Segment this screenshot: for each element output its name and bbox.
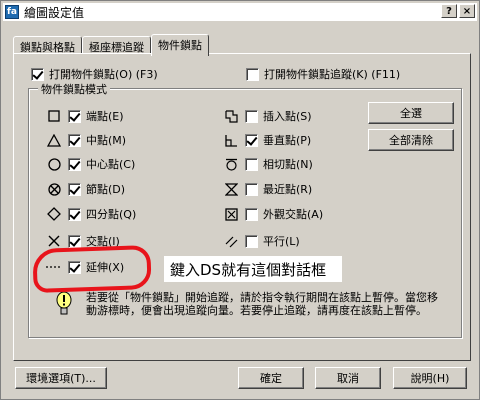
insertion-check[interactable] <box>245 109 258 123</box>
help-title-button[interactable]: ? <box>441 4 457 18</box>
osnap-on-check[interactable] <box>31 67 44 81</box>
square-icon <box>46 108 62 124</box>
center-check[interactable] <box>68 157 81 171</box>
intersection-check[interactable] <box>68 234 81 248</box>
midpoint-label: 中點(M) <box>86 134 127 147</box>
group-title: 物件鎖點模式 <box>38 81 110 97</box>
info-text: 若要從「物件鎖點」開始追蹤，請於指令執行期間在該點上暫停。當您移動游標時，便會出… <box>86 291 438 317</box>
perpendicular-icon <box>223 132 239 148</box>
mode-center[interactable]: 中心點(C) <box>46 156 135 172</box>
mode-tangent[interactable]: 相切點(N) <box>223 156 313 172</box>
mode-perpendicular[interactable]: 垂直點(P) <box>223 132 311 148</box>
mode-quadrant[interactable]: 四分點(Q) <box>46 206 136 222</box>
apparent-intersection-label: 外觀交點(A) <box>263 208 324 221</box>
perpendicular-label: 垂直點(P) <box>263 134 312 147</box>
parallel-icon <box>223 233 239 249</box>
osnap-tracking-check[interactable] <box>246 67 259 81</box>
tab-bar: 鎖點與格點 極座標追蹤 物件鎖點 <box>13 34 209 56</box>
hourglass-icon <box>223 181 239 197</box>
x-icon <box>46 233 62 249</box>
lightbulb-icon <box>56 291 72 320</box>
osnap-on-label: 打開物件鎖點(O) (F3) <box>49 68 158 81</box>
quadrant-label: 四分點(Q) <box>86 208 137 221</box>
parallel-label: 平行(L) <box>263 235 300 248</box>
annotation-callout: 鍵入DS就有這個對話框 <box>164 256 342 282</box>
triangle-icon <box>46 132 62 148</box>
osnap-tracking-checkbox[interactable]: 打開物件鎖點追蹤(K) (F11) <box>246 66 400 82</box>
node-check[interactable] <box>68 182 81 196</box>
mode-midpoint[interactable]: 中點(M) <box>46 132 126 148</box>
tab-object-snap[interactable]: 物件鎖點 <box>151 34 209 56</box>
tangent-label: 相切點(N) <box>263 158 313 171</box>
clear-all-button[interactable]: 全部清除 <box>368 129 454 151</box>
tangent-check[interactable] <box>245 157 258 171</box>
mode-insertion[interactable]: 插入點(S) <box>223 108 312 124</box>
insertion-label: 插入點(S) <box>263 110 312 123</box>
diamond-icon <box>46 206 62 222</box>
endpoint-label: 端點(E) <box>86 110 124 123</box>
node-label: 節點(D) <box>86 183 126 196</box>
mode-apparent-intersection[interactable]: 外觀交點(A) <box>223 206 323 222</box>
nearest-check[interactable] <box>245 182 258 196</box>
midpoint-check[interactable] <box>68 133 81 147</box>
circle-x-icon <box>46 181 62 197</box>
select-all-button[interactable]: 全選 <box>368 102 454 124</box>
osnap-on-checkbox[interactable]: 打開物件鎖點(O) (F3) <box>31 66 158 82</box>
circle-icon <box>46 156 62 172</box>
mode-node[interactable]: 節點(D) <box>46 181 125 197</box>
tangent-icon <box>223 156 239 172</box>
apparent-intersection-check[interactable] <box>245 207 258 221</box>
insert-icon <box>223 108 239 124</box>
cancel-button[interactable]: 取消 <box>315 367 381 389</box>
title-bar[interactable]: fa 繪圖設定值 ? × <box>3 3 477 21</box>
app-icon: fa <box>5 5 19 19</box>
parallel-check[interactable] <box>245 234 258 248</box>
help-button[interactable]: 說明(H) <box>393 367 467 389</box>
box-x-icon <box>223 206 239 222</box>
mode-parallel[interactable]: 平行(L) <box>223 233 300 249</box>
mode-endpoint[interactable]: 端點(E) <box>46 108 124 124</box>
osnap-tracking-label: 打開物件鎖點追蹤(K) (F11) <box>264 68 401 81</box>
perpendicular-check[interactable] <box>245 133 258 147</box>
ok-button[interactable]: 確定 <box>238 367 304 389</box>
drafting-settings-dialog: fa 繪圖設定值 ? × 鎖點與格點 極座標追蹤 物件鎖點 打開物件鎖點(O) … <box>0 0 480 400</box>
close-button[interactable]: × <box>459 4 475 18</box>
nearest-label: 最近點(R) <box>263 183 313 196</box>
mode-nearest[interactable]: 最近點(R) <box>223 181 312 197</box>
info-box: 若要從「物件鎖點」開始追蹤，請於指令執行期間在該點上暫停。當您移動游標時，便會出… <box>56 291 446 320</box>
endpoint-check[interactable] <box>68 109 81 123</box>
options-button[interactable]: 環境選項(T)... <box>15 367 107 389</box>
dialog-title: 繪圖設定值 <box>24 5 85 20</box>
center-label: 中心點(C) <box>86 158 136 171</box>
red-highlight-circle <box>32 244 152 294</box>
quadrant-check[interactable] <box>68 207 81 221</box>
